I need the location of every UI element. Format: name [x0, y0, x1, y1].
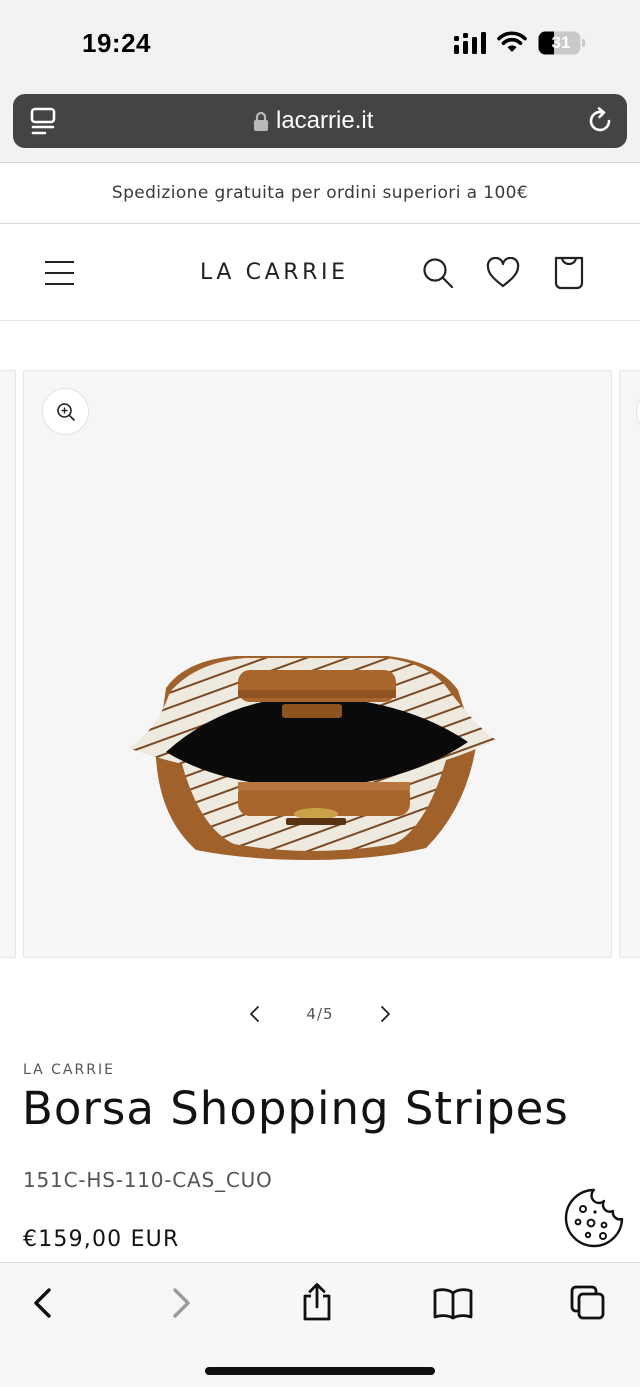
product-title: Borsa Shopping Stripes	[22, 1082, 569, 1135]
forward-icon[interactable]	[166, 1286, 196, 1320]
search-icon[interactable]	[421, 256, 455, 290]
product-price: €159,00 EUR	[23, 1227, 180, 1252]
share-icon[interactable]	[299, 1282, 335, 1322]
product-sku: 151C-HS-110-CAS_CUO	[23, 1168, 273, 1192]
previous-slide-peek[interactable]	[0, 370, 16, 958]
status-time: 19:24	[82, 28, 151, 58]
reader-icon[interactable]	[30, 107, 56, 135]
heart-icon[interactable]	[486, 257, 520, 289]
bag-icon[interactable]	[552, 254, 586, 290]
slider-counter: 4/5	[306, 1005, 334, 1023]
zoom-button[interactable]	[42, 388, 89, 435]
wifi-icon	[497, 31, 527, 52]
lock-icon	[254, 111, 268, 131]
menu-icon[interactable]	[44, 258, 76, 290]
chevron-left-icon[interactable]	[244, 1002, 266, 1026]
signal-icon	[454, 32, 486, 54]
bookmarks-icon[interactable]	[432, 1286, 474, 1320]
chevron-right-icon[interactable]	[374, 1002, 396, 1026]
announcement-bar: Spedizione gratuita per ordini superiori…	[0, 162, 640, 224]
announcement-text: Spedizione gratuita per ordini superiori…	[111, 183, 529, 203]
zoom-in-icon	[57, 403, 75, 421]
next-slide-peek[interactable]	[619, 370, 640, 958]
site-logo[interactable]: LA CARRIE	[200, 260, 370, 285]
cookie-icon[interactable]	[564, 1187, 626, 1249]
reload-icon[interactable]	[586, 107, 614, 135]
url-text[interactable]: lacarrie.it	[276, 106, 373, 136]
tabs-icon[interactable]	[569, 1284, 607, 1322]
home-indicator[interactable]	[205, 1367, 435, 1375]
product-image	[128, 656, 496, 860]
battery-level: 31	[551, 33, 571, 52]
product-vendor: LA CARRIE	[23, 1062, 115, 1078]
back-icon[interactable]	[28, 1286, 58, 1320]
